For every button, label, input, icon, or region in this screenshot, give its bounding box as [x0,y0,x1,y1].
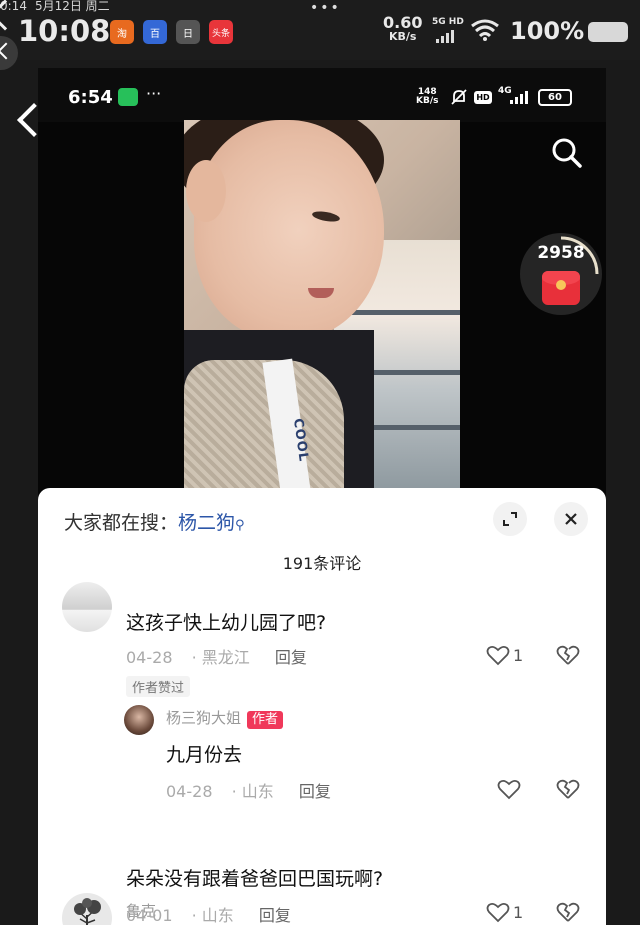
reply-button[interactable]: 回复 [275,648,307,667]
comment-count: 191条评论 [282,554,362,573]
search-keyword[interactable]: 杨二狗 [178,512,235,534]
like-count: 1 [513,902,524,922]
more-dots-icon: ••• [310,0,341,16]
comments-panel: 大家都在搜：杨二狗⚲ 191条评论 这孩子快上幼儿园了吧? 04-28 · 黑龙… [38,488,606,925]
like-button[interactable]: 1 [486,901,523,923]
reply-button[interactable]: 回复 [259,906,291,925]
network-type: 5G HD [432,17,464,27]
hd-icon: HD [474,91,492,104]
comment-meta: 04-28 · 黑龙江 回复 [126,648,307,667]
inner-clock: 6:54 [68,87,113,108]
broken-heart-icon[interactable] [556,901,580,923]
network-speed: 0.60 KB/s [383,13,423,44]
search-suggestion[interactable]: 大家都在搜：杨二狗⚲ [64,508,245,535]
comment-date: 04-28 [166,782,213,801]
comment-location: 山东 [201,906,234,925]
author-tag-badge: 作者 [247,711,284,729]
inner-battery: 60 [538,89,572,106]
status-clock: 10:08 [18,14,111,48]
small-search-icon: ⚲ [235,518,245,533]
comment-location: 山东 [241,782,274,801]
comment-date: 04-01 [126,906,173,925]
taobao-app-icon: 淘 [110,20,134,44]
mute-icon [451,89,467,105]
red-packet-count: 2958 [537,243,585,263]
avatar[interactable] [62,893,112,925]
broken-heart-icon[interactable] [556,778,580,800]
tree-avatar-icon [74,898,101,925]
avatar[interactable] [62,582,112,632]
avatar[interactable] [124,705,154,735]
close-icon [565,513,577,525]
expand-button[interactable] [493,502,527,536]
like-count: 1 [513,645,524,665]
comment-location: 黑龙江 [201,648,250,667]
red-packet-widget[interactable]: 2958 [520,233,602,315]
author-liked-badge: 作者赞过 [126,676,191,697]
battery-percent: 100% [510,17,585,45]
comment-text: 九月份去 [166,744,243,766]
wifi-icon [471,19,499,41]
comment-meta: 04-28 · 山东 回复 [166,782,331,801]
author-name[interactable]: 杨三狗大姐 [166,709,241,727]
comment-text: 这孩子快上幼儿园了吧? [126,612,327,634]
inner-network-speed: 148 KB/s [416,87,439,106]
wechat-icon [118,88,138,106]
reply-author[interactable]: 杨三狗大姐 作者 [166,707,284,729]
red-envelope-icon [542,271,580,305]
comment-meta: 04-01 · 山东 回复 [126,906,291,925]
inner-status-bar: 6:54 ··· 148 KB/s HD 4G 60 [38,68,606,122]
signal-icon [436,30,454,43]
like-button[interactable]: 1 [486,644,523,666]
heart-icon[interactable] [497,778,521,800]
outer-status-bar: 0:14 5月12日 周二 ••• 10:08 淘 百 日 头条 0.60 KB/… [0,0,640,70]
floating-back-button[interactable] [0,36,18,70]
expand-icon [503,512,517,526]
reply-button[interactable]: 回复 [299,782,331,801]
inner-more-icon: ··· [146,84,162,103]
broken-heart-icon[interactable] [556,644,580,666]
toutiao-app-icon: 头条 [209,20,233,44]
tiny-date: 5月12日 周二 [34,0,110,13]
close-button[interactable] [554,502,588,536]
notification-app-icons: 淘 百 日 头条 [110,20,233,44]
strap-logo: COOL [289,417,311,464]
video-player[interactable]: COOL [184,120,460,488]
calendar-app-icon: 日 [176,20,200,44]
heart-icon [486,902,510,923]
search-prefix: 大家都在搜： [64,512,179,534]
search-icon[interactable] [550,136,584,170]
screen-recording: 6:54 ··· 148 KB/s HD 4G 60 COOL 2958 大家都… [17,68,606,925]
battery-icon [588,22,628,42]
comment-date: 04-28 [126,648,173,667]
child-face [194,120,384,340]
baidu-app-icon: 百 [143,20,167,44]
comment-text: 朵朵没有跟着爸爸回巴国玩啊? [126,868,384,890]
heart-icon [486,645,510,666]
inner-signal-icon [510,91,528,104]
